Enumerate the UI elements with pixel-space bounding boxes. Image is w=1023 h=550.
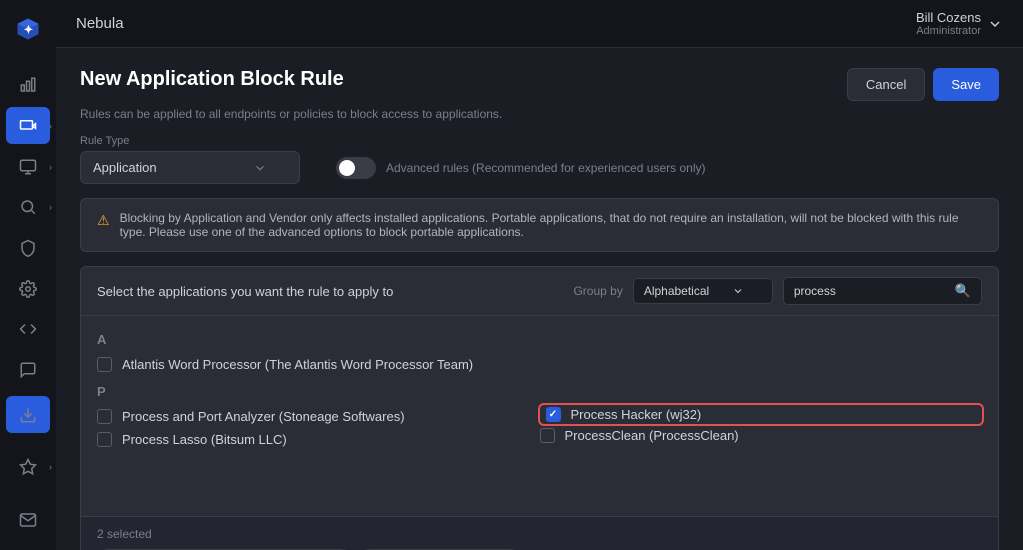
user-role: Administrator: [916, 25, 981, 37]
sidebar-item-shield[interactable]: [6, 230, 50, 267]
app-col-right: Process Hacker (wj32) ProcessClean (Proc…: [540, 405, 983, 451]
sidebar-item-star[interactable]: ›: [6, 449, 50, 486]
group-by-value: Alphabetical: [644, 284, 709, 298]
rule-type-value: Application: [93, 160, 157, 175]
app-label-process-lasso[interactable]: Process Lasso (Bitsum LLC): [122, 432, 287, 447]
page-subtitle: Rules can be applied to all endpoints or…: [80, 107, 999, 121]
app-label-atlantis[interactable]: Atlantis Word Processor (The Atlantis Wo…: [122, 357, 473, 372]
sidebar-item-settings[interactable]: [6, 270, 50, 307]
app-label-process-hacker[interactable]: Process Hacker (wj32): [571, 407, 702, 422]
section-a-letter: A: [97, 332, 982, 347]
app-label-processclean[interactable]: ProcessClean (ProcessClean): [565, 428, 739, 443]
app-list-body: A Atlantis Word Processor (The Atlantis …: [81, 316, 998, 516]
app-col-left: Process and Port Analyzer (Stoneage Soft…: [97, 405, 540, 451]
chevron-down-icon: [987, 16, 1003, 32]
content-area: New Application Block Rule Cancel Save R…: [56, 48, 1023, 550]
list-item: Atlantis Word Processor (The Atlantis Wo…: [97, 353, 982, 376]
group-by-select[interactable]: Alphabetical: [633, 278, 773, 304]
group-by-chevron-icon: [732, 285, 744, 297]
app-panel-header: Select the applications you want the rul…: [81, 267, 998, 316]
rule-type-label: Rule Type: [80, 135, 999, 147]
app-two-col: Process and Port Analyzer (Stoneage Soft…: [97, 405, 982, 451]
page-header: New Application Block Rule Cancel Save: [80, 68, 999, 101]
sidebar-item-analytics[interactable]: [6, 67, 50, 104]
advanced-toggle-label: Advanced rules (Recommended for experien…: [386, 161, 706, 175]
list-item: ProcessClean (ProcessClean): [540, 424, 983, 447]
main-area: Nebula Bill Cozens Administrator New App…: [56, 0, 1023, 550]
sidebar-item-code[interactable]: [6, 311, 50, 348]
logo: ✦: [10, 12, 46, 47]
app-panel: Select the applications you want the rul…: [80, 266, 999, 550]
list-item-highlighted: Process Hacker (wj32): [540, 405, 983, 424]
page-title: New Application Block Rule: [80, 68, 344, 91]
svg-text:✦: ✦: [24, 25, 34, 37]
header-actions: Cancel Save: [847, 68, 999, 101]
app-checkbox-ppa[interactable]: [97, 409, 112, 424]
warning-text: Blocking by Application and Vendor only …: [120, 211, 982, 239]
app-label-ppa[interactable]: Process and Port Analyzer (Stoneage Soft…: [122, 409, 405, 424]
warning-box: ⚠ Blocking by Application and Vendor onl…: [80, 198, 999, 252]
advanced-toggle[interactable]: [336, 157, 376, 179]
sidebar: ✦ › › ›: [0, 0, 56, 550]
rule-type-select-wrapper: Application: [80, 151, 300, 184]
app-title: Nebula: [76, 15, 916, 32]
sidebar-item-search[interactable]: ›: [6, 189, 50, 226]
list-item: Process Lasso (Bitsum LLC): [97, 428, 540, 451]
list-item: Process and Port Analyzer (Stoneage Soft…: [97, 405, 540, 428]
search-icon: 🔍: [955, 283, 971, 299]
warning-icon: ⚠: [97, 212, 110, 229]
save-button[interactable]: Save: [933, 68, 999, 101]
user-name: Bill Cozens: [916, 10, 981, 25]
search-input[interactable]: [794, 284, 949, 298]
group-by-row: Group by Alphabetical 🔍: [573, 277, 982, 305]
search-box: 🔍: [783, 277, 982, 305]
sidebar-item-monitor[interactable]: ›: [6, 148, 50, 185]
sidebar-item-chat[interactable]: [6, 352, 50, 389]
sidebar-item-mail[interactable]: [6, 501, 50, 538]
topbar: Nebula Bill Cozens Administrator: [56, 0, 1023, 48]
selected-bar: 2 selected Advanced IP Scanner (Famatech…: [81, 516, 998, 550]
app-checkbox-process-hacker[interactable]: [546, 407, 561, 422]
rule-type-chevron-icon: [253, 161, 267, 175]
rule-type-section: Rule Type Application Advanced rules (Re…: [80, 135, 999, 184]
section-p-letter: P: [97, 384, 982, 399]
app-checkbox-atlantis[interactable]: [97, 357, 112, 372]
rule-type-select[interactable]: Application: [80, 151, 300, 184]
advanced-toggle-row: Advanced rules (Recommended for experien…: [336, 157, 706, 179]
rule-type-row: Application Advanced rules (Recommended …: [80, 151, 999, 184]
app-checkbox-process-lasso[interactable]: [97, 432, 112, 447]
sidebar-item-devices[interactable]: ›: [6, 107, 50, 144]
group-by-label: Group by: [573, 284, 622, 298]
toggle-knob: [339, 160, 355, 176]
app-panel-header-label: Select the applications you want the rul…: [97, 284, 393, 299]
selected-count: 2 selected: [97, 527, 982, 541]
app-checkbox-processclean[interactable]: [540, 428, 555, 443]
sidebar-item-download[interactable]: [6, 396, 50, 433]
user-menu[interactable]: Bill Cozens Administrator: [916, 10, 1003, 37]
cancel-button[interactable]: Cancel: [847, 68, 925, 101]
